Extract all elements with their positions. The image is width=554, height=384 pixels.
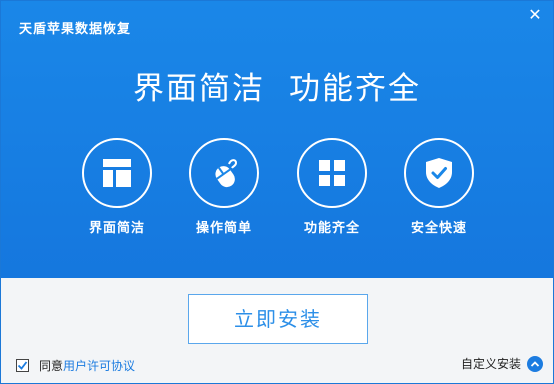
feature-label: 操作简单: [195, 221, 252, 236]
installer-window: 天盾苹果数据恢复 ✕ 界面简洁 功能齐全 界面简洁 操作简单 功能齐全 安全快速…: [0, 0, 554, 384]
close-button[interactable]: ✕: [527, 7, 543, 23]
feature-label: 安全快速: [410, 221, 467, 236]
feature-circle: [82, 138, 152, 208]
close-icon: ✕: [528, 5, 542, 24]
app-title: 天盾苹果数据恢复: [19, 22, 132, 37]
license-link[interactable]: 用户许可协议: [63, 357, 135, 374]
custom-install-label: 自定义安装: [460, 357, 521, 371]
feature-circle: [404, 138, 474, 208]
feature-label: 界面简洁: [88, 221, 145, 236]
mouse-icon: [215, 159, 238, 188]
custom-install-toggle[interactable]: 自定义安装: [461, 355, 543, 372]
agree-checkbox[interactable]: [16, 359, 29, 372]
license-agreement: 同意 用户许可协议: [16, 357, 135, 374]
shield-check-icon: [426, 158, 452, 188]
layout-icon: [103, 159, 131, 187]
banner: 天盾苹果数据恢复 ✕ 界面简洁 功能齐全 界面简洁 操作简单 功能齐全 安全快速: [1, 1, 553, 278]
install-button[interactable]: 立即安装: [188, 294, 368, 344]
feature-list: 界面简洁 操作简单 功能齐全 安全快速: [79, 138, 479, 248]
grid-icon: [319, 160, 345, 186]
headline-part-2: 功能齐全: [289, 71, 421, 107]
chevron-up-icon: [527, 355, 543, 372]
feature-item: 操作简单: [186, 138, 262, 236]
headline: 界面简洁 功能齐全: [1, 63, 553, 108]
agree-label: 同意: [39, 359, 64, 373]
feature-item: 安全快速: [401, 138, 477, 236]
feature-circle: [189, 138, 259, 208]
checkmark-icon: [17, 361, 28, 370]
feature-item: 功能齐全: [294, 138, 370, 236]
headline-part-1: 界面简洁: [133, 71, 265, 107]
feature-label: 功能齐全: [303, 221, 360, 236]
feature-item: 界面简洁: [79, 138, 155, 236]
feature-circle: [297, 138, 367, 208]
